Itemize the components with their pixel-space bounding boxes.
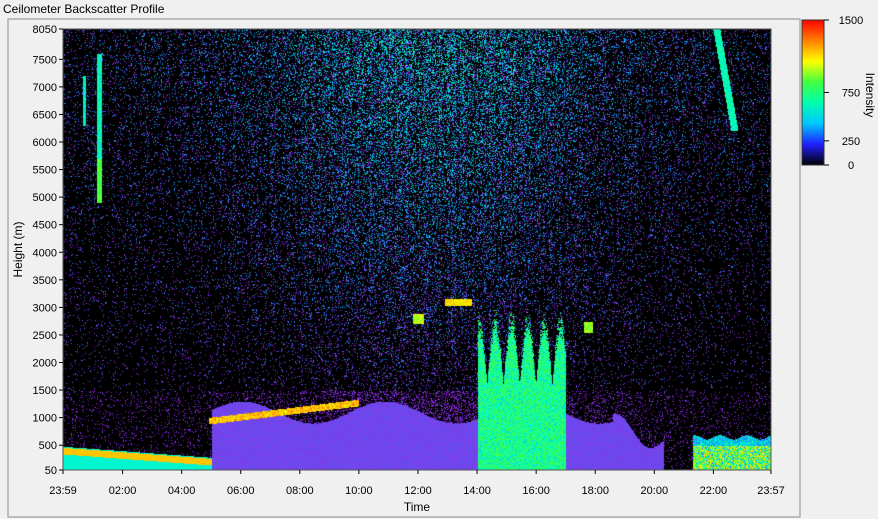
y-tick-label: 2500 [33, 330, 57, 342]
colorbar-tick-label: 0 [848, 160, 854, 172]
y-tick-label: 2000 [33, 358, 57, 370]
backscatter-chart: Ceilometer Backscatter Profile 23:59 02:0… [3, 2, 877, 518]
colorbar-tick-label: 250 [842, 136, 860, 148]
y-axis: 50 500 1000 1500 2000 2500 3000 3500 4000 4500 500… [33, 24, 63, 477]
x-tick-label: 18:00 [581, 485, 609, 497]
y-tick-label: 500 [39, 440, 57, 452]
y-tick-label: 8050 [33, 24, 57, 36]
y-tick-label: 5500 [33, 165, 57, 177]
x-tick-label: 06:00 [227, 485, 255, 497]
x-tick-label: 23:59 [49, 485, 77, 497]
y-tick-label: 4500 [33, 220, 57, 232]
x-axis-label: Time [404, 500, 431, 514]
x-tick-label: 23:57 [757, 485, 785, 497]
y-tick-label: 4000 [33, 247, 57, 259]
y-tick-label: 3500 [33, 275, 57, 287]
x-tick-label: 10:00 [345, 485, 373, 497]
colorbar [802, 20, 824, 165]
y-tick-label: 1000 [33, 413, 57, 425]
y-tick-label: 5000 [33, 192, 57, 204]
backscatter-heatmap [63, 29, 771, 470]
y-tick-label: 7500 [33, 54, 57, 66]
x-tick-label: 22:00 [700, 485, 728, 497]
x-tick-label: 20:00 [641, 485, 669, 497]
x-tick-label: 16:00 [522, 485, 550, 497]
chart-title: Ceilometer Backscatter Profile [3, 2, 165, 16]
y-axis-label: Height (m) [11, 221, 25, 277]
colorbar-axis: 0 250 750 1500 [824, 15, 863, 172]
colorbar-tick-label: 750 [842, 88, 860, 100]
x-tick-label: 04:00 [168, 485, 196, 497]
y-tick-label: 6000 [33, 137, 57, 149]
y-tick-label: 1500 [33, 385, 57, 397]
x-axis: 23:59 02:00 04:00 06:00 08:00 10:00 12:00 14:00… [49, 470, 785, 497]
x-tick-label: 12:00 [404, 485, 432, 497]
y-tick-label: 3000 [33, 302, 57, 314]
x-tick-label: 08:00 [286, 485, 314, 497]
y-tick-label: 50 [45, 465, 57, 477]
x-tick-label: 14:00 [463, 485, 491, 497]
y-tick-label: 6500 [33, 109, 57, 121]
colorbar-label: Intensity [863, 73, 877, 118]
x-tick-label: 02:00 [109, 485, 137, 497]
y-tick-label: 7000 [33, 82, 57, 94]
colorbar-tick-label: 1500 [839, 15, 863, 27]
